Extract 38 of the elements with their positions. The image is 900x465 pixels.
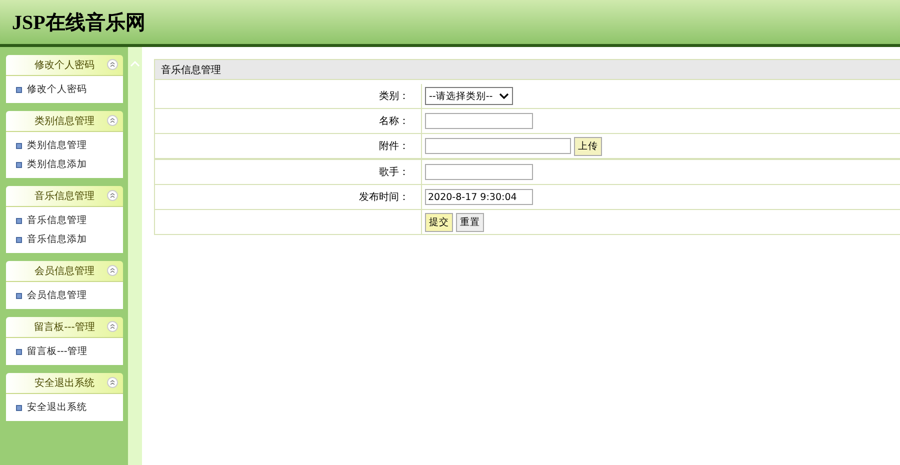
menu-item[interactable]: 音乐信息管理 (6, 211, 123, 230)
menu-group-title: 音乐信息管理 (34, 190, 94, 203)
category-select[interactable]: --请选择类别-- (425, 87, 513, 105)
submit-button[interactable]: 提交 (425, 212, 453, 232)
menu-group-title: 会员信息管理 (34, 264, 94, 278)
field-label: 附件： (379, 140, 409, 153)
collapse-icon[interactable] (107, 265, 118, 276)
text-field[interactable] (425, 113, 533, 129)
collapse-icon[interactable] (107, 59, 118, 70)
menu-group-title: 类别信息管理 (34, 114, 94, 128)
menu-group-header[interactable]: 会员信息管理 (6, 261, 123, 282)
menu-group-header[interactable]: 安全退出系统 (6, 373, 123, 394)
field-label: 类别： (379, 90, 409, 103)
field-label: 发布时间： (359, 190, 409, 204)
collapse-icon[interactable] (107, 377, 118, 388)
menu-group-title: 安全退出系统 (34, 376, 94, 390)
menu-group-header[interactable]: 音乐信息管理 (6, 186, 123, 207)
reset-button[interactable]: 重置 (456, 212, 484, 232)
menu-item[interactable]: 类别信息添加 (6, 155, 123, 174)
menu-item[interactable]: 类别信息管理 (6, 136, 123, 155)
menu-group-header[interactable]: 留言板---管理 (6, 317, 123, 338)
attachment-field[interactable] (425, 138, 571, 154)
menu-group-title: 修改个人密码 (34, 58, 94, 72)
panel-title: 音乐信息管理 (155, 60, 900, 80)
text-field[interactable]: 2020-8-17 9:30:04 (425, 189, 533, 205)
menu-group-title: 留言板---管理 (34, 320, 95, 334)
field-label: 名称： (379, 115, 409, 128)
upload-button[interactable]: 上传 (574, 136, 602, 156)
chevron-down-icon (498, 92, 509, 100)
menu-group-header[interactable]: 类别信息管理 (6, 111, 123, 132)
collapse-icon[interactable] (107, 321, 118, 332)
text-field[interactable] (425, 164, 533, 180)
collapse-icon[interactable] (107, 190, 118, 201)
field-label: 歌手： (379, 166, 409, 179)
menu-group-header[interactable]: 修改个人密码 (6, 55, 123, 76)
site-title: JSP在线音乐网 (12, 10, 146, 36)
menu-item[interactable]: 音乐信息添加 (6, 230, 123, 249)
collapse-icon[interactable] (107, 115, 118, 126)
